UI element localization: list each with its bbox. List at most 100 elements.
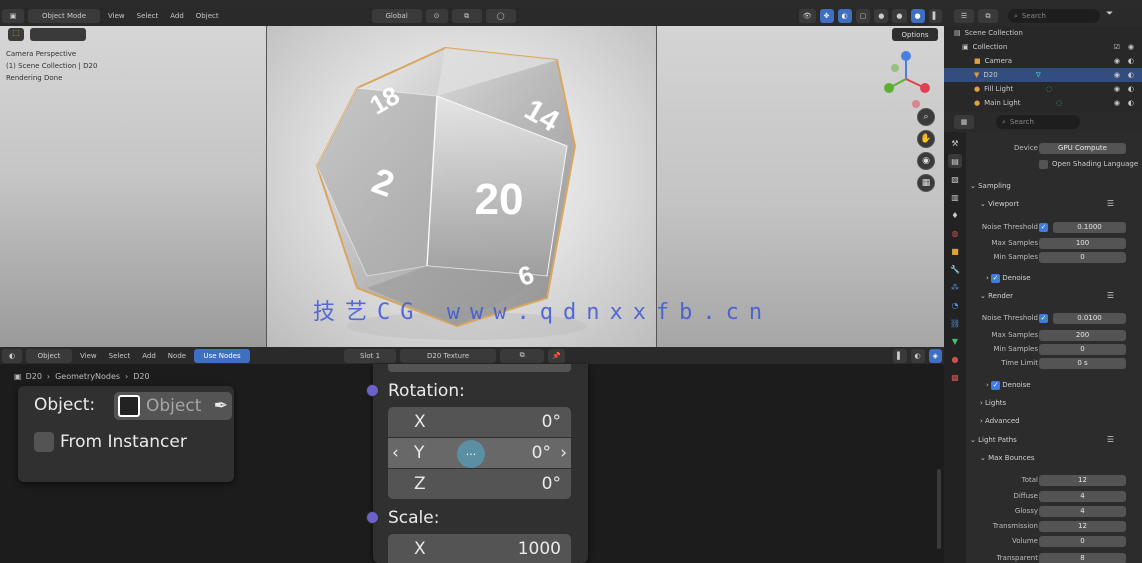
camera-render-icon[interactable]: ◐	[1128, 57, 1134, 65]
camera-render-icon[interactable]: ◐	[1128, 99, 1134, 107]
menu-view[interactable]: View	[80, 352, 97, 360]
outliner-search[interactable]: ⌕ Search	[1008, 9, 1100, 23]
transform-node[interactable]: Rotation: X 0° ‹ Y 0° › ··· Z 0° Scale: …	[373, 364, 588, 563]
outliner-editor-icon[interactable]: ☰	[954, 9, 974, 23]
shading-material-icon[interactable]: ●	[892, 9, 907, 23]
world-tab-icon[interactable]: ◍	[948, 226, 962, 240]
previous-field[interactable]	[388, 364, 571, 372]
overlay-toggle-icon[interactable]: ◈	[928, 348, 942, 363]
min-samples-field[interactable]: 0	[1039, 251, 1126, 263]
pivot-icon[interactable]: ⊙	[425, 9, 448, 23]
eye-icon[interactable]: ◉	[1128, 43, 1134, 51]
denoise-subsection[interactable]: › ✓ Denoise	[986, 274, 1031, 283]
lights-subsection[interactable]: › Lights	[980, 399, 1006, 407]
outliner-row[interactable]: ▼ D20 ∇ ◉ ◐	[944, 68, 1142, 82]
menu-object[interactable]: Object	[196, 12, 219, 20]
breadcrumb-item[interactable]: D20	[133, 372, 149, 381]
preset-list-icon[interactable]: ☰	[1107, 291, 1114, 300]
render-subsection[interactable]: ⌄ Render	[980, 292, 1013, 300]
sampling-section[interactable]: ⌄ Sampling	[970, 182, 1011, 190]
outliner-row[interactable]: ▣ Collection ☑ ◉	[944, 40, 1142, 54]
properties-editor-icon[interactable]: ▦	[954, 115, 974, 129]
rotation-z-field[interactable]: Z 0°	[388, 469, 571, 499]
denoise-subsection[interactable]: › ✓ Denoise	[986, 381, 1031, 390]
object-info-node[interactable]: Object: Object ✒ From Instancer	[18, 386, 234, 482]
mode-dropdown[interactable]: Object Mode	[28, 9, 100, 23]
node-editor[interactable]: ▣ D20 › GeometryNodes › D20 Object: Obje…	[0, 364, 944, 563]
object-tab-icon[interactable]: ■	[948, 244, 962, 258]
editor-type-button[interactable]: ◐	[2, 348, 22, 363]
light-paths-section[interactable]: ⌄ Light Paths	[970, 436, 1017, 444]
bounce-field[interactable]: 4	[1039, 505, 1126, 517]
display-mode-icon[interactable]: ⧉	[978, 9, 998, 23]
scale-socket[interactable]	[366, 511, 379, 524]
chevron-left-icon[interactable]: ‹	[392, 443, 399, 463]
eyedropper-icon[interactable]: ✒	[214, 396, 228, 416]
max-samples-field[interactable]: 100	[1039, 237, 1126, 249]
navigation-gizmo[interactable]	[879, 48, 933, 110]
bounce-field[interactable]: 0	[1039, 535, 1126, 547]
overlay-icon[interactable]: ◐	[910, 348, 925, 363]
eye-icon[interactable]: ◉	[1114, 57, 1120, 65]
outliner-row[interactable]: ● Main Light ◌ ◉ ◐	[944, 96, 1142, 110]
overlay-icon[interactable]: ◐	[837, 9, 852, 23]
menu-node[interactable]: Node	[168, 352, 186, 360]
constraints-tab-icon[interactable]: ⛓	[948, 316, 962, 330]
tool-tab-icon[interactable]: ⚒	[948, 136, 962, 150]
outliner-row[interactable]: ● Fill Light ◌ ◉ ◐	[944, 82, 1142, 96]
preset-list-icon[interactable]: ☰	[1107, 435, 1114, 444]
max-bounces-subsection[interactable]: ⌄ Max Bounces	[980, 454, 1035, 462]
max-samples-field[interactable]: 200	[1039, 329, 1126, 341]
eye-icon[interactable]: ◉	[1114, 99, 1120, 107]
particles-tab-icon[interactable]: ⁂	[948, 280, 962, 294]
outliner-row[interactable]: ▤ Scene Collection	[944, 26, 1142, 40]
bounce-field[interactable]: 4	[1039, 490, 1126, 502]
eye-icon[interactable]: ◉	[1114, 85, 1120, 93]
xray-icon[interactable]: ▢	[855, 9, 871, 23]
object-dropdown[interactable]: Object	[26, 348, 72, 363]
material-tab-icon[interactable]: ●	[948, 352, 962, 366]
noise-threshold-field[interactable]: 0.0100	[1053, 312, 1126, 324]
checkbox-checked-icon[interactable]: ✓	[991, 274, 1001, 283]
proportional-icon[interactable]: ◯	[485, 9, 516, 23]
drag-ellipsis-icon[interactable]: ···	[457, 440, 485, 468]
options-button[interactable]: Options	[892, 28, 938, 41]
shading-rendered-icon[interactable]: ●	[910, 9, 925, 23]
eye-icon[interactable]: ◉	[1114, 71, 1120, 79]
viewport-subsection[interactable]: ⌄ Viewport	[980, 200, 1019, 208]
modifier-tab-icon[interactable]: 🔧	[948, 262, 962, 276]
checkbox-icon[interactable]	[1039, 159, 1048, 169]
checkbox-checked-icon[interactable]: ✓	[991, 381, 1001, 390]
orientation-dropdown[interactable]: Global	[371, 9, 422, 23]
pan-hand-icon[interactable]: ✋	[917, 130, 935, 148]
gizmo-icon[interactable]: ✥	[819, 9, 834, 23]
scene-tab-icon[interactable]: ♦	[948, 208, 962, 222]
menu-select[interactable]: Select	[137, 12, 159, 20]
texture-tab-icon[interactable]: ▩	[948, 370, 962, 384]
breadcrumb-item[interactable]: GeometryNodes	[55, 372, 120, 381]
preset-list-icon[interactable]: ☰	[1107, 199, 1114, 208]
use-nodes-toggle[interactable]: Use Nodes	[194, 348, 251, 363]
min-samples-field[interactable]: 0	[1039, 343, 1126, 355]
filter-icon[interactable]: ⏷	[1106, 9, 1113, 19]
slot-dropdown[interactable]: Slot 1	[344, 348, 397, 363]
bounce-field[interactable]: 8	[1039, 552, 1126, 563]
camera-view-icon[interactable]: ◉	[917, 152, 935, 170]
view-layer-tab-icon[interactable]: ▥	[948, 190, 962, 204]
output-tab-icon[interactable]: ▧	[948, 172, 962, 186]
from-instancer-checkbox[interactable]: From Instancer	[34, 432, 187, 452]
breadcrumb-item[interactable]: D20	[26, 372, 42, 381]
chevron-right-icon[interactable]: ›	[560, 443, 567, 463]
rotation-x-field[interactable]: X 0°	[388, 407, 571, 437]
material-dropdown[interactable]: D20 Texture	[400, 348, 497, 363]
data-tab-icon[interactable]: ▼	[948, 334, 962, 348]
menu-add[interactable]: Add	[170, 12, 184, 20]
toggle-sidebar-icon[interactable]: ▌	[928, 9, 942, 23]
outliner-row[interactable]: ■ Camera ◉ ◐	[944, 54, 1142, 68]
scrollbar[interactable]	[937, 469, 941, 549]
scale-x-field[interactable]: X 1000	[388, 534, 571, 563]
noise-threshold-field[interactable]: 0.1000	[1053, 221, 1126, 233]
physics-tab-icon[interactable]: ◔	[948, 298, 962, 312]
advanced-subsection[interactable]: › Advanced	[980, 417, 1020, 425]
render-tab-icon[interactable]: ▤	[948, 154, 962, 168]
